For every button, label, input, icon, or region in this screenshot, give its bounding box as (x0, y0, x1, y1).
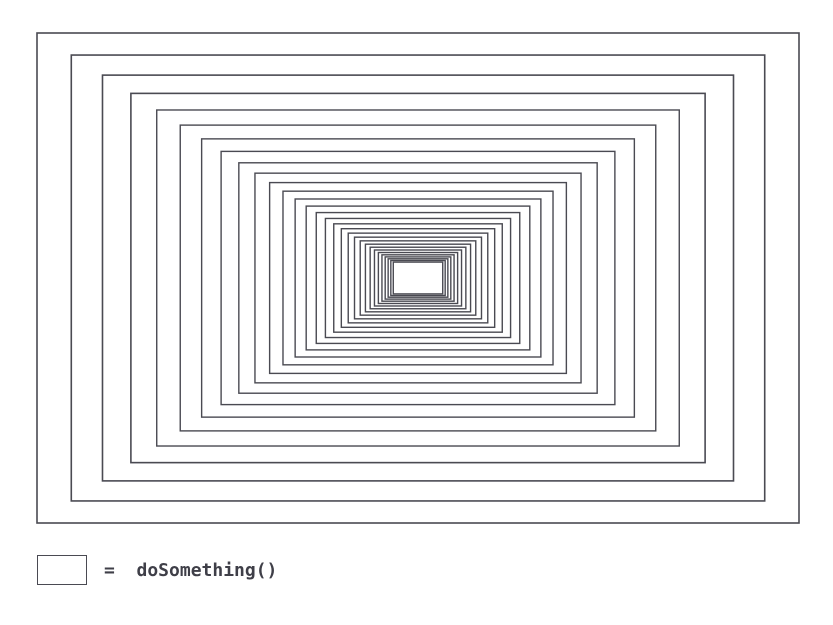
nested-rectangle (70, 54, 766, 502)
nested-rectangle (268, 181, 568, 375)
nested-rectangle (200, 138, 636, 418)
legend-label: = doSomething() (104, 559, 278, 581)
nested-rectangle (392, 261, 444, 295)
nested-rectangles-diagram (36, 32, 800, 524)
nested-rectangle (384, 256, 452, 300)
nested-rectangle (390, 259, 446, 297)
rectangle-group (36, 32, 800, 524)
nested-rectangle (254, 172, 582, 384)
nested-rectangle (315, 211, 521, 345)
nested-rectangle (305, 205, 531, 351)
nested-rectangle (238, 162, 598, 394)
nested-rectangle (387, 258, 449, 298)
nested-rectangle (324, 217, 512, 339)
legend: = doSomething() (37, 555, 277, 585)
nested-rectangle (220, 150, 616, 406)
nested-rectangle (282, 190, 554, 366)
nested-rectangle (333, 223, 503, 333)
legend-rectangle-swatch (37, 555, 87, 585)
nested-rectangle (179, 124, 657, 432)
nested-rectangle (101, 74, 735, 482)
nested-rectangle (156, 109, 680, 447)
nested-rectangle (294, 198, 542, 358)
nested-rectangle (36, 32, 800, 524)
nested-rectangle (130, 92, 706, 464)
